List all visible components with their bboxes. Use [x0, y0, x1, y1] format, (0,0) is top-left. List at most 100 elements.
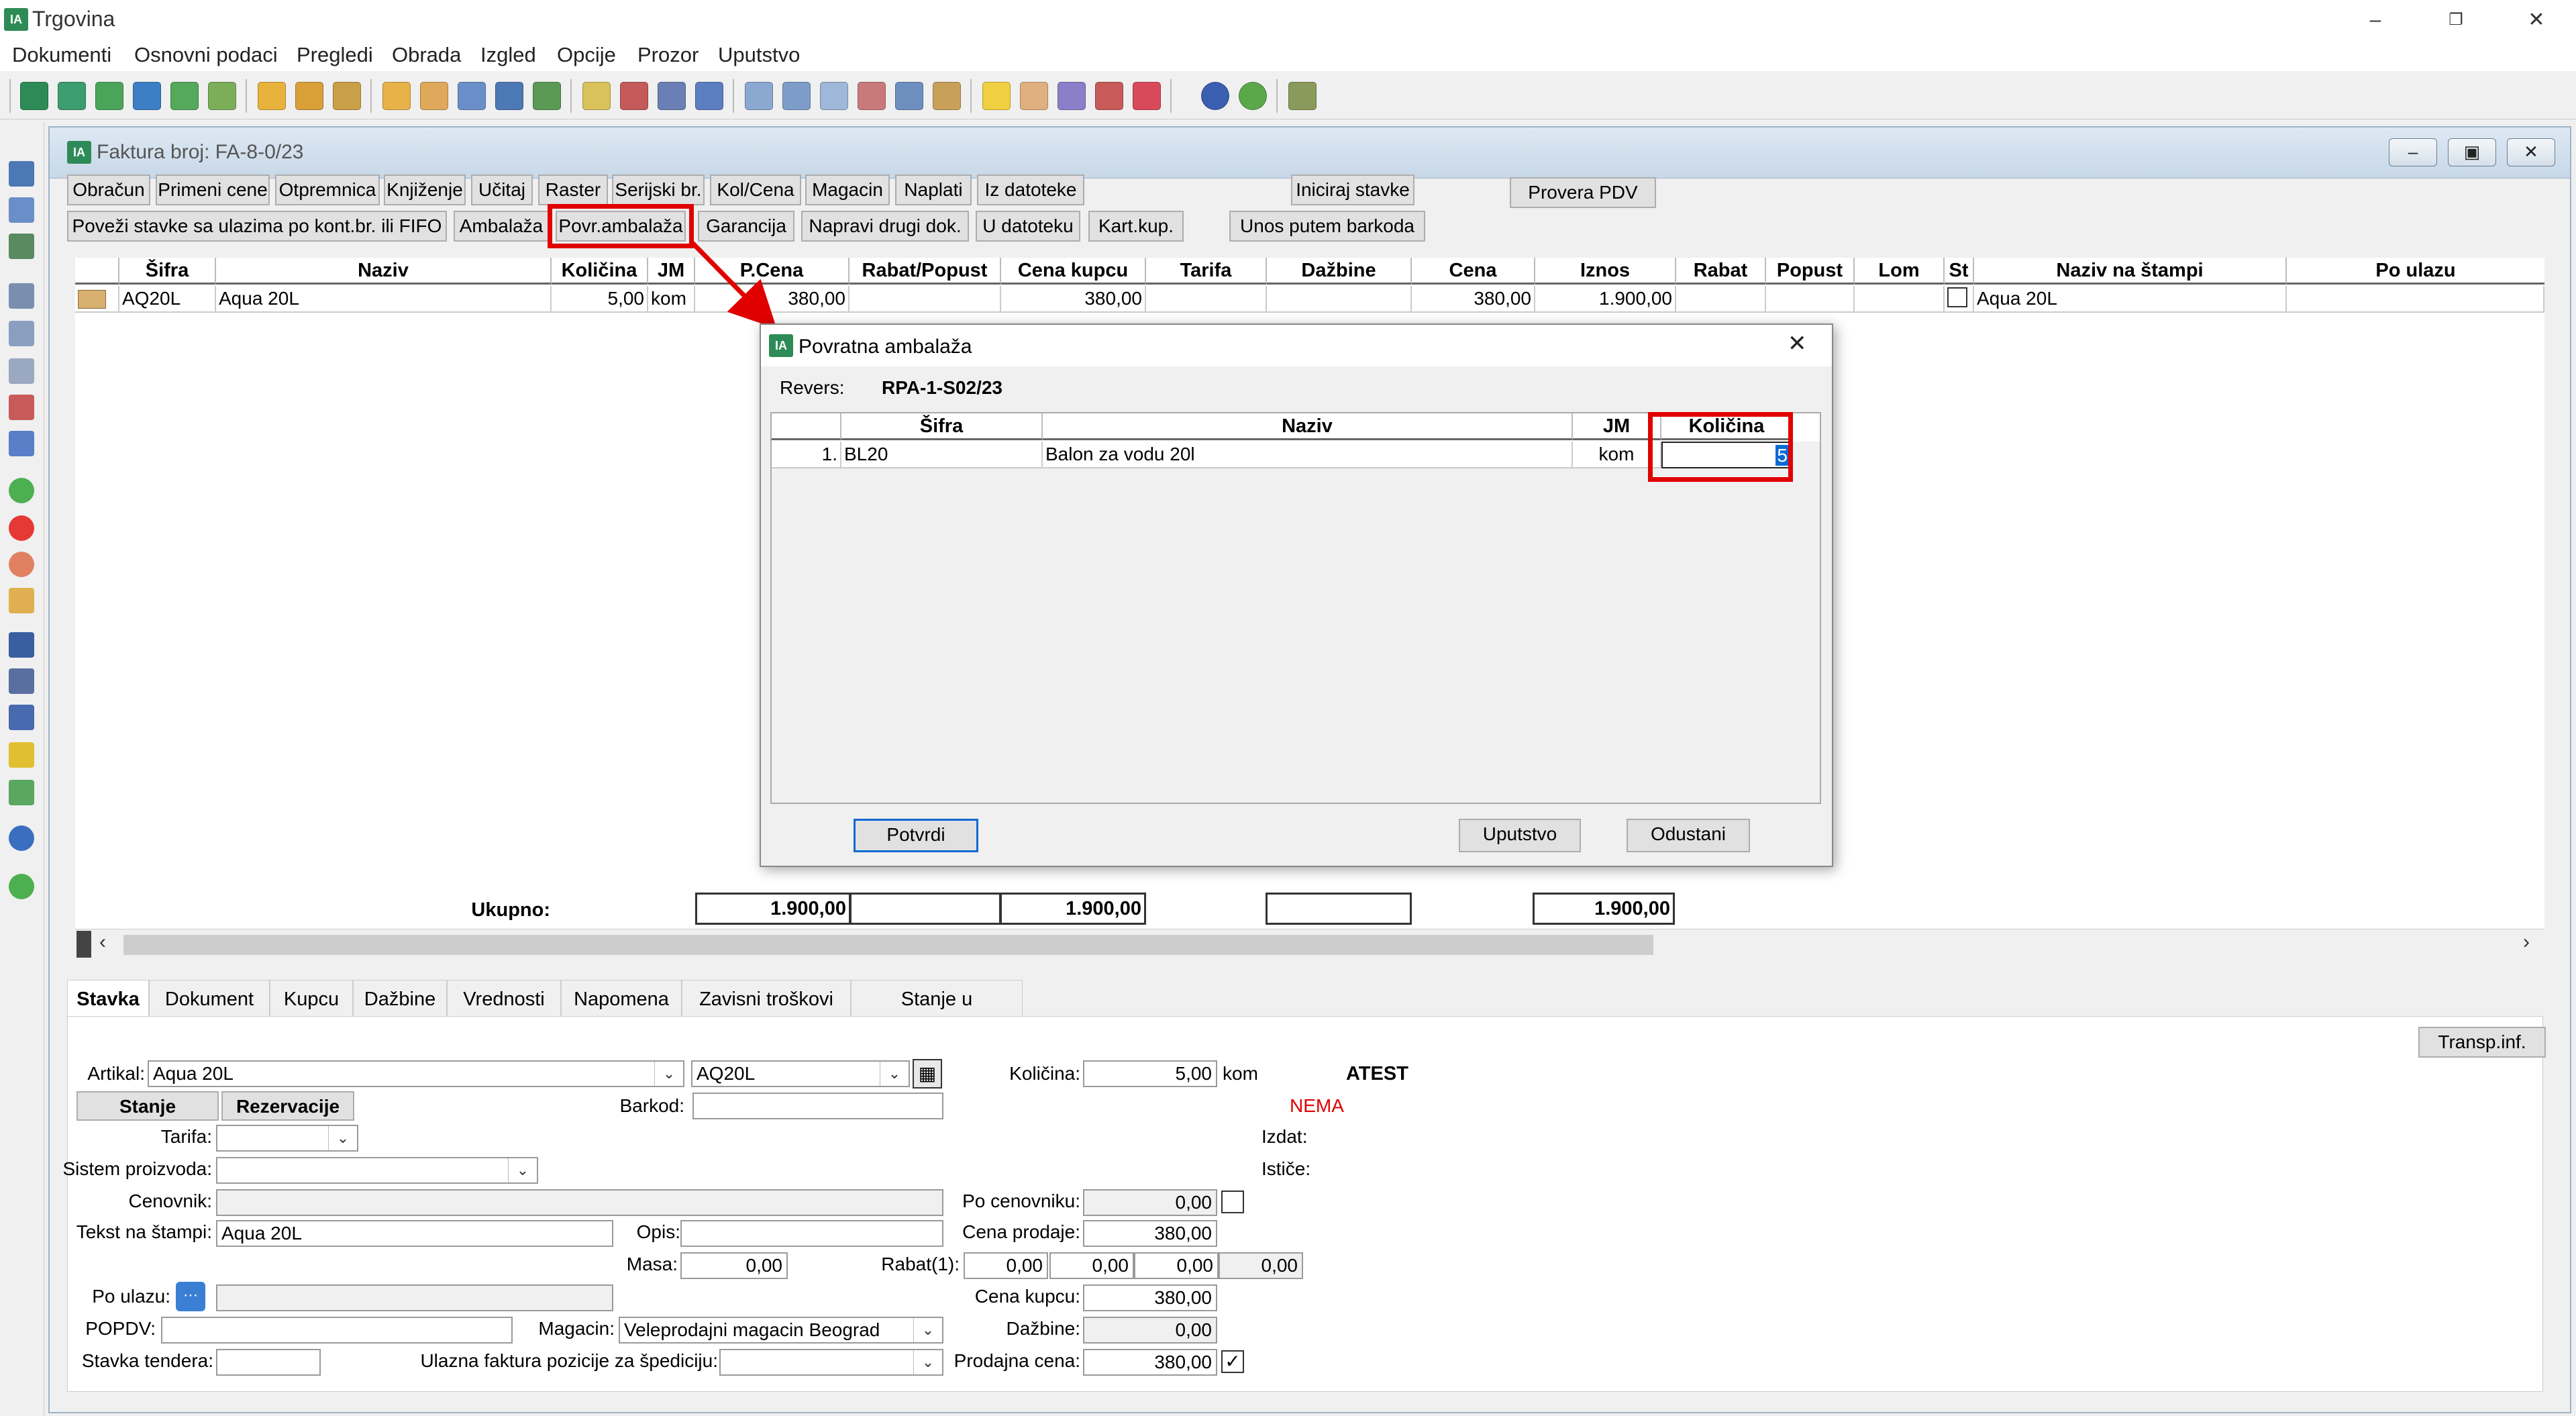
popdv-label: POPDV:	[85, 1318, 156, 1339]
rabat-input-3[interactable]: 0,00	[1134, 1252, 1219, 1279]
scroll-thumb[interactable]	[123, 935, 1653, 955]
odustani-button[interactable]: Odustani	[1627, 819, 1750, 852]
povratna-ambalaza-dialog: IA Povratna ambalaža ✕ Revers: RPA-1-S02…	[760, 323, 1833, 867]
ulazna-faktura-combo[interactable]: ⌄	[719, 1349, 943, 1376]
tab-stanje-u-magacinima[interactable]: Stanje u magacinima	[851, 980, 1023, 1048]
tab-vrednosti[interactable]: Vrednosti	[447, 980, 561, 1017]
cena-kupcu-label: Cena kupcu:	[974, 1286, 1080, 1307]
dialog-cell-sifra[interactable]: BL20	[841, 442, 1043, 468]
po-cenovniku-label: Po cenovniku:	[962, 1191, 1080, 1211]
tab-kupcu[interactable]: Kupcu	[270, 980, 353, 1017]
artikal-label: Artikal:	[87, 1063, 145, 1084]
total-cena-kupcu: 1.900,00	[1000, 893, 1146, 925]
revers-value: RPA-1-S02/23	[882, 377, 1003, 398]
kolicina-input[interactable]: 5,00	[1083, 1060, 1217, 1087]
po-ulazu-input[interactable]	[216, 1284, 613, 1311]
artikal-combo[interactable]: Aqua 20L ⌄	[148, 1060, 684, 1087]
artikal-value: Aqua 20L	[153, 1063, 234, 1084]
masa-input[interactable]: 0,00	[680, 1252, 788, 1279]
magacin-label: Magacin:	[538, 1318, 615, 1339]
dialog-title-bar: IA Povratna ambalaža ✕	[761, 325, 1832, 366]
chevron-down-icon[interactable]: ⌄	[654, 1062, 683, 1086]
atest-label: ATEST	[1346, 1063, 1408, 1084]
list-icon[interactable]: ▦	[913, 1059, 942, 1089]
total-rabat	[849, 893, 1001, 925]
ukupno-label: Ukupno:	[471, 899, 550, 921]
tab-napomena[interactable]: Napomena	[561, 980, 682, 1017]
prodajna-cena-checkbox[interactable]: ✓	[1221, 1350, 1244, 1373]
tab-zavisni-troskovi[interactable]: Zavisni troškovi	[682, 980, 851, 1017]
po-cenovniku-checkbox[interactable]	[1221, 1191, 1244, 1213]
istice-label: Ističe:	[1261, 1158, 1311, 1179]
rabat-input-2[interactable]: 0,00	[1049, 1252, 1134, 1279]
rabat-label: Rabat(1):	[881, 1254, 960, 1274]
kolicina-highlight	[1648, 412, 1793, 482]
tab-stavka[interactable]: Stavka	[67, 980, 149, 1017]
artikal-code-combo[interactable]: AQ20L ⌄	[691, 1060, 910, 1087]
opis-input[interactable]	[680, 1220, 943, 1247]
tab-dazbine[interactable]: Dažbine	[353, 980, 447, 1017]
popdv-input[interactable]	[161, 1317, 513, 1344]
cena-prodaje-label: Cena prodaje:	[962, 1221, 1080, 1242]
potvrdi-button[interactable]: Potvrdi	[854, 819, 978, 852]
dialog-header-naziv[interactable]: Naziv	[1043, 413, 1573, 440]
nema-label: NEMA	[1290, 1095, 1344, 1116]
dialog-cell-naziv[interactable]: Balon za vodu 20l	[1043, 442, 1573, 468]
tekst-na-stampi-label: Tekst na štampi:	[76, 1221, 212, 1242]
ulazna-faktura-label: Ulazna faktura pozicije za špediciju:	[420, 1350, 718, 1371]
scroll-right-icon[interactable]: ›	[2523, 931, 2530, 954]
cenovnik-input[interactable]	[216, 1189, 943, 1216]
dialog-logo-icon: IA	[769, 334, 793, 357]
prodajna-cena-label: Prodajna cena:	[954, 1350, 1080, 1371]
tekst-na-stampi-input[interactable]: Aqua 20L	[216, 1220, 613, 1247]
barkod-label: Barkod:	[619, 1095, 685, 1116]
cena-prodaje-input[interactable]: 380,00	[1083, 1220, 1217, 1247]
magacin-combo[interactable]: Veleprodajni magacin Beograd ⌄	[619, 1317, 943, 1344]
chevron-down-icon[interactable]: ⌄	[328, 1126, 357, 1150]
chevron-down-icon[interactable]: ⌄	[508, 1158, 537, 1182]
horizontal-scrollbar[interactable]: ‹ ›	[75, 929, 2544, 958]
scroll-left-icon[interactable]: ‹	[99, 931, 106, 954]
po-ulazu-label: Po ulazu:	[92, 1286, 170, 1307]
kolicina-label: Količina:	[1009, 1063, 1080, 1084]
chevron-down-icon[interactable]: ⌄	[880, 1062, 909, 1086]
rabat-input-4: 0,00	[1219, 1252, 1303, 1279]
po-cenovniku-input: 0,00	[1083, 1189, 1217, 1216]
cena-kupcu-input[interactable]: 380,00	[1083, 1284, 1217, 1311]
stavka-tendera-label: Stavka tendera:	[81, 1350, 213, 1371]
kolicina-unit: kom	[1223, 1063, 1258, 1084]
total-dazbine	[1266, 893, 1412, 925]
tarifa-combo[interactable]: ⌄	[216, 1125, 358, 1152]
uputstvo-button[interactable]: Uputstvo	[1459, 819, 1581, 852]
po-ulazu-picker-icon[interactable]: ⋯	[176, 1282, 205, 1311]
dazbine-label: Dažbine:	[1006, 1318, 1080, 1339]
chevron-down-icon[interactable]: ⌄	[913, 1318, 942, 1342]
cenovnik-label: Cenovnik:	[128, 1191, 212, 1211]
opis-label: Opis:	[636, 1221, 680, 1242]
revers-label: Revers:	[780, 377, 845, 398]
masa-label: Masa:	[626, 1254, 678, 1274]
tab-dokument[interactable]: Dokument	[149, 980, 270, 1017]
dialog-header-num	[772, 413, 841, 440]
sistem-proizvoda-combo[interactable]: ⌄	[216, 1157, 538, 1184]
barkod-input[interactable]	[692, 1093, 943, 1119]
magacin-value: Veleprodajni magacin Beograd	[624, 1319, 880, 1340]
total-pcena: 1.900,00	[695, 893, 851, 925]
chevron-down-icon[interactable]: ⌄	[913, 1350, 942, 1374]
prodajna-cena-input[interactable]: 380,00	[1083, 1349, 1217, 1376]
dialog-cell-num: 1.	[772, 442, 841, 468]
dialog-close-icon[interactable]: ✕	[1788, 330, 1807, 357]
sistem-proizvoda-label: Sistem proizvoda:	[62, 1158, 212, 1179]
dialog-header-sifra[interactable]: Šifra	[841, 413, 1043, 440]
stanje-button[interactable]: Stanje	[76, 1091, 219, 1121]
izdat-label: Izdat:	[1261, 1126, 1308, 1147]
artikal-code-value: AQ20L	[697, 1063, 756, 1084]
stavka-tendera-input[interactable]	[216, 1349, 321, 1376]
total-iznos: 1.900,00	[1533, 893, 1675, 925]
rabat-input-1[interactable]: 0,00	[964, 1252, 1048, 1279]
scroll-grip[interactable]	[76, 931, 91, 958]
rezervacije-button[interactable]: Rezervacije	[221, 1091, 354, 1121]
transp-inf-button[interactable]: Transp.inf.	[2418, 1027, 2546, 1058]
dialog-title: Povratna ambalaža	[798, 336, 972, 358]
tarifa-label: Tarifa:	[160, 1126, 212, 1147]
